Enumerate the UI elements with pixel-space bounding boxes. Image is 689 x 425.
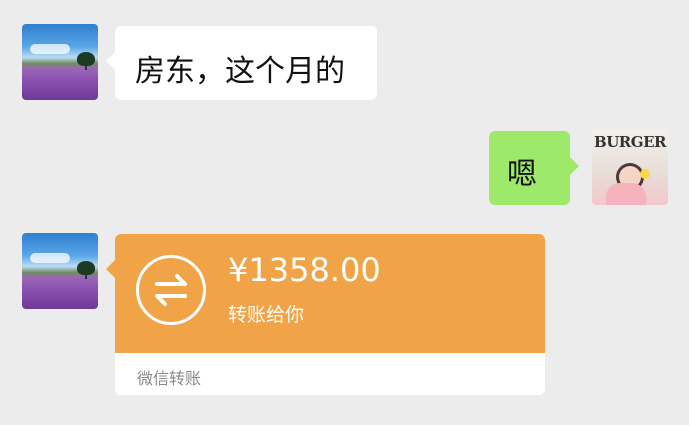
burger-avatar-image: BURGER <box>592 129 668 205</box>
transfer-card-header: ¥1358.00 转账给你 <box>115 234 545 353</box>
transfer-description: 转账给你 <box>228 304 305 326</box>
cloud-shape <box>30 44 70 54</box>
message-bubble-outgoing[interactable]: 嗯 <box>489 131 579 205</box>
cloud-shape <box>30 253 70 263</box>
tree-shape <box>77 261 95 279</box>
message-text: 嗯 <box>507 157 537 192</box>
transfer-card[interactable]: ¥1358.00 转账给你 微信转账 <box>106 234 545 395</box>
message-text: 房东，这个月的 <box>135 54 345 89</box>
landlord-avatar[interactable] <box>22 24 98 100</box>
transfer-footer-label: 微信转账 <box>137 369 202 388</box>
transfer-amount: ¥1358.00 <box>228 251 381 289</box>
girl-body-shape <box>606 183 646 205</box>
landscape-avatar-image <box>22 233 98 309</box>
avatar-text: BURGER <box>594 133 666 151</box>
self-avatar[interactable]: BURGER <box>592 129 668 205</box>
smiley-icon <box>640 169 650 179</box>
landscape-avatar-image <box>22 24 98 100</box>
tree-shape <box>77 52 95 70</box>
landlord-avatar[interactable] <box>22 233 98 309</box>
message-bubble-incoming[interactable]: 房东，这个月的 <box>106 26 377 100</box>
transfer-arrows-icon <box>136 255 206 325</box>
